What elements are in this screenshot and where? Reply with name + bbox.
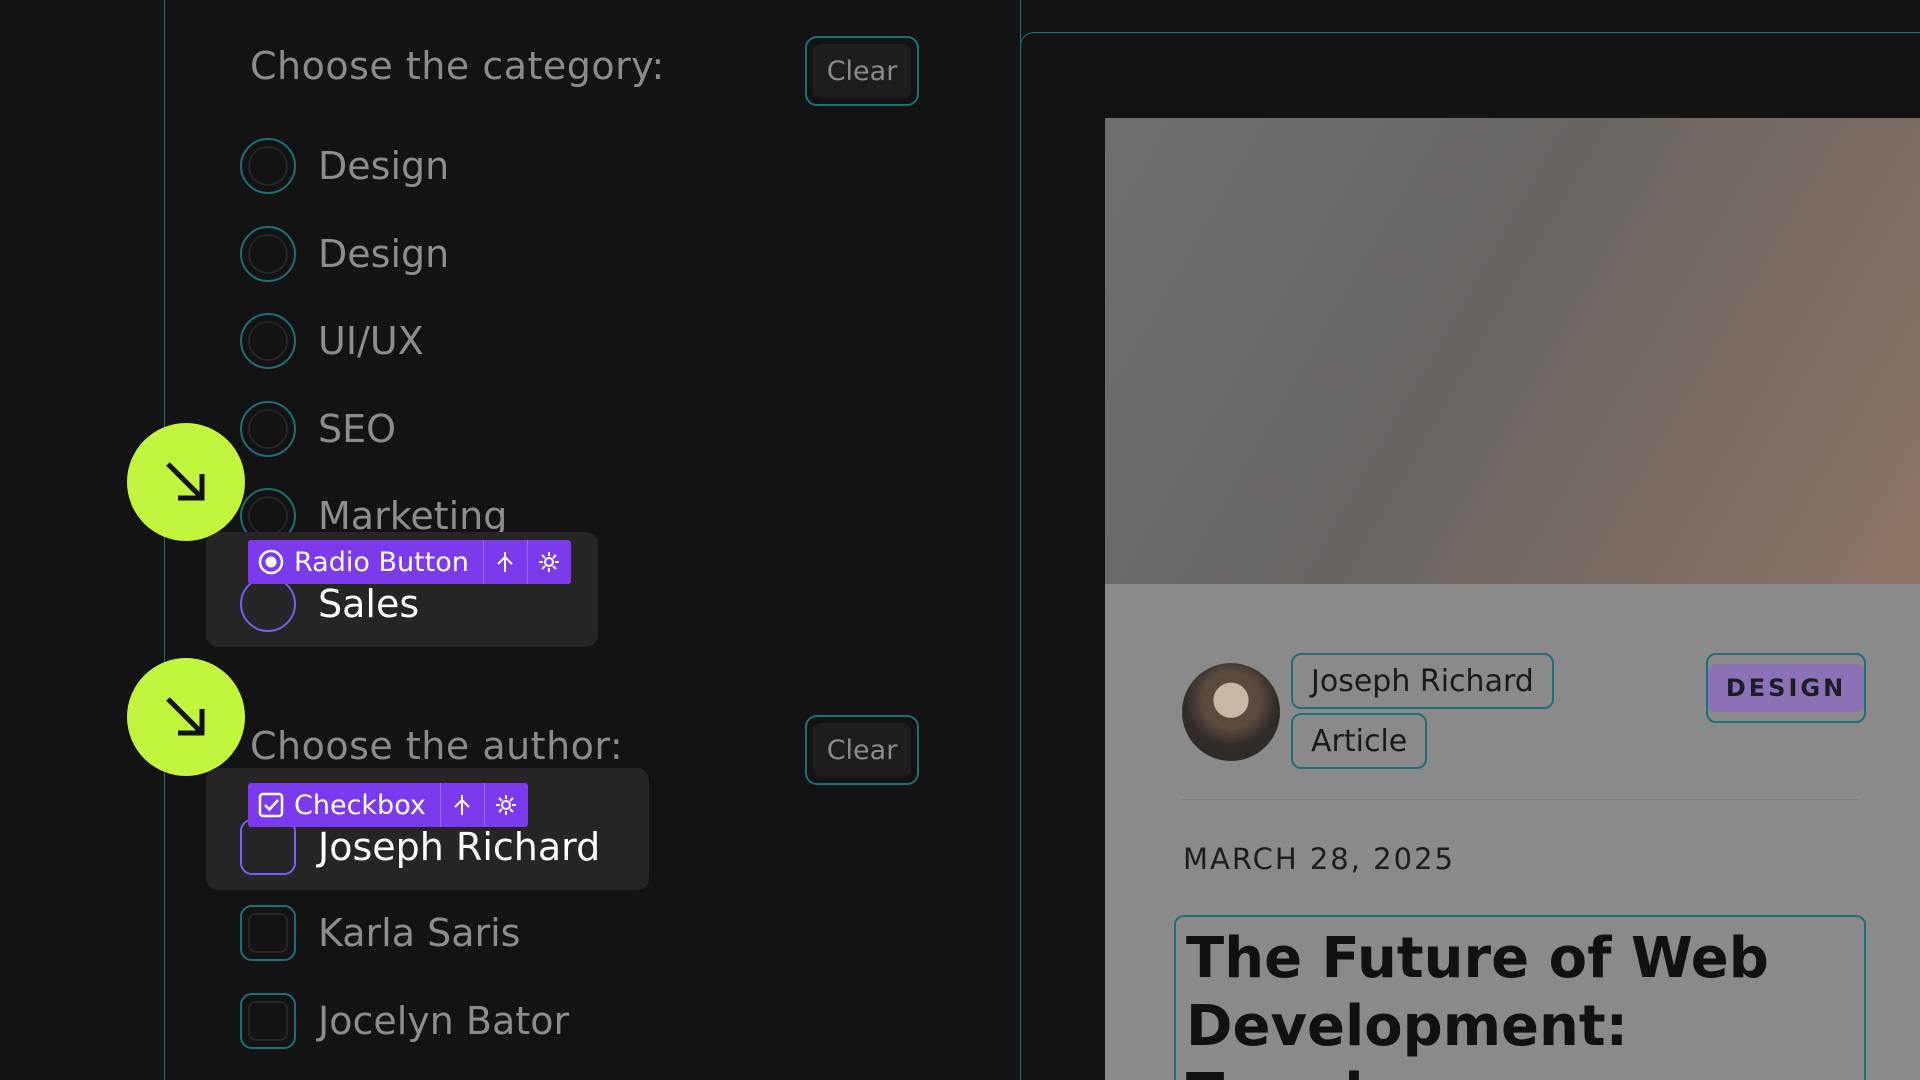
category-option-uiux[interactable]: UI/UX bbox=[240, 313, 424, 369]
radio-circle[interactable] bbox=[240, 401, 296, 457]
checkbox-checked-icon bbox=[248, 791, 294, 819]
checkbox-box[interactable] bbox=[240, 819, 296, 875]
radio-circle[interactable] bbox=[240, 138, 296, 194]
category-badge-frame[interactable]: DESIGN bbox=[1706, 653, 1866, 723]
option-label: Karla Saris bbox=[318, 911, 521, 955]
category-option-design-2[interactable]: Design bbox=[240, 226, 449, 282]
gear-icon[interactable] bbox=[483, 783, 528, 827]
category-clear-button[interactable]: Clear bbox=[805, 36, 919, 106]
radio-circle[interactable] bbox=[240, 313, 296, 369]
author-title: Choose the author: bbox=[250, 724, 624, 768]
option-label: Jocelyn Bator bbox=[318, 999, 570, 1043]
author-avatar bbox=[1182, 663, 1280, 761]
post-date: MARCH 28, 2025 bbox=[1183, 842, 1455, 876]
author-name-pill[interactable]: Joseph Richard bbox=[1291, 653, 1554, 709]
layout-guide-left bbox=[164, 0, 165, 1080]
arrow-down-right-icon bbox=[127, 658, 245, 776]
author-option-joseph-richard[interactable]: Joseph Richard bbox=[240, 819, 600, 875]
arrow-down-right-icon bbox=[127, 423, 245, 541]
author-option-karla-saris[interactable]: Karla Saris bbox=[240, 905, 520, 961]
clear-label: Clear bbox=[813, 44, 911, 98]
clear-label: Clear bbox=[813, 723, 911, 777]
checkbox-box[interactable] bbox=[240, 993, 296, 1049]
category-badge: DESIGN bbox=[1707, 664, 1865, 712]
detach-icon[interactable] bbox=[482, 540, 527, 584]
card-divider bbox=[1182, 799, 1858, 800]
option-label: Design bbox=[318, 144, 450, 188]
category-option-seo[interactable]: SEO bbox=[240, 401, 396, 457]
radio-circle[interactable] bbox=[240, 576, 296, 632]
checkbox-box[interactable] bbox=[240, 905, 296, 961]
radio-button-component-tag[interactable]: Radio Button bbox=[248, 540, 571, 584]
option-label: Joseph Richard bbox=[318, 825, 601, 869]
tag-label: Radio Button bbox=[294, 546, 469, 578]
category-option-sales[interactable]: Sales bbox=[240, 576, 419, 632]
content-type-pill[interactable]: Article bbox=[1291, 713, 1428, 769]
detach-icon[interactable] bbox=[439, 783, 484, 827]
option-label: UI/UX bbox=[318, 319, 424, 363]
option-label: SEO bbox=[318, 407, 397, 451]
gear-icon[interactable] bbox=[526, 540, 571, 584]
option-label: Design bbox=[318, 232, 450, 276]
category-title: Choose the category: bbox=[250, 44, 665, 88]
option-label: Sales bbox=[318, 582, 420, 626]
radio-selected-icon bbox=[248, 548, 294, 576]
checkbox-component-tag[interactable]: Checkbox bbox=[248, 783, 528, 827]
card-cover-image bbox=[1105, 118, 1920, 584]
radio-circle[interactable] bbox=[240, 226, 296, 282]
post-title[interactable]: The Future of Web Development: Trends bbox=[1174, 915, 1866, 1080]
author-clear-button[interactable]: Clear bbox=[805, 715, 919, 785]
tag-label: Checkbox bbox=[294, 789, 426, 821]
author-option-jocelyn-bator[interactable]: Jocelyn Bator bbox=[240, 993, 569, 1049]
category-option-design-1[interactable]: Design bbox=[240, 138, 449, 194]
